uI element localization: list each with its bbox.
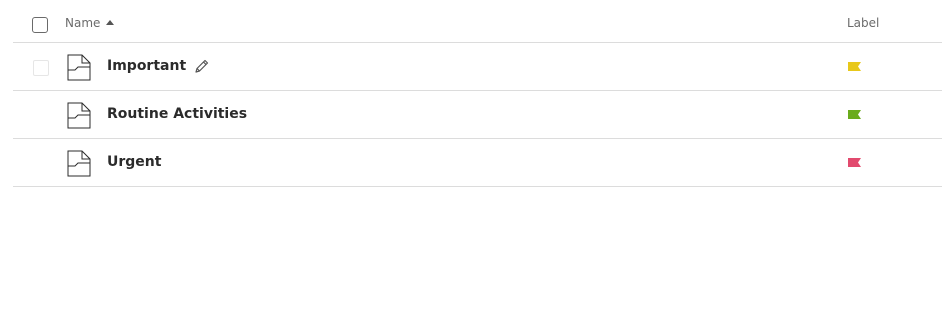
row-name-text[interactable]: Important	[107, 58, 186, 74]
row-name-cell: Routine Activities	[107, 106, 247, 122]
row-checkbox[interactable]	[33, 156, 49, 172]
name-column-header[interactable]: Name	[65, 16, 115, 30]
row-name-cell: Important	[107, 58, 210, 74]
table-row[interactable]: Urgent	[13, 139, 942, 187]
select-all-checkbox[interactable]	[32, 17, 48, 33]
name-column-label: Name	[65, 16, 101, 30]
row-name-text[interactable]: Routine Activities	[107, 106, 247, 122]
row-name-cell: Urgent	[107, 154, 161, 170]
document-icon	[67, 150, 91, 177]
table-row[interactable]: Important	[13, 43, 942, 91]
file-table: Name Label Important Routine Activities …	[13, 0, 942, 187]
table-header: Name Label	[13, 0, 942, 43]
document-icon	[67, 54, 91, 81]
document-icon	[67, 102, 91, 129]
row-name-text[interactable]: Urgent	[107, 154, 161, 170]
label-column-header[interactable]: Label	[847, 16, 879, 30]
label-flag-icon	[848, 62, 861, 71]
table-row[interactable]: Routine Activities	[13, 91, 942, 139]
pencil-edit-icon[interactable]	[194, 58, 210, 74]
row-checkbox[interactable]	[33, 60, 49, 76]
label-flag-icon	[848, 158, 861, 167]
sort-ascending-icon	[106, 20, 115, 25]
label-flag-icon	[848, 110, 861, 119]
row-checkbox[interactable]	[33, 108, 49, 124]
